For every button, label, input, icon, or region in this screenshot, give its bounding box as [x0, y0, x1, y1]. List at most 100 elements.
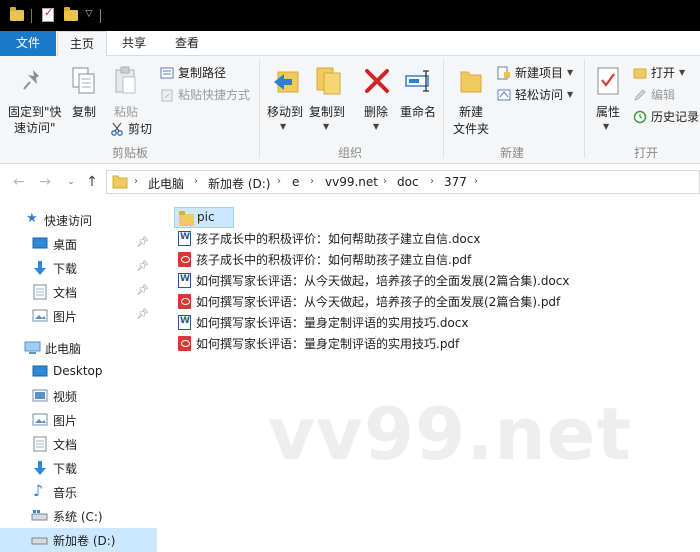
desktop-icon [32, 237, 48, 249]
forward-arrow-icon[interactable]: → [36, 174, 54, 190]
word-document-icon [178, 231, 191, 246]
breadcrumb-chevron-icon: › [474, 176, 478, 187]
breadcrumb-drive-d[interactable]: 新加卷 (D:) [208, 175, 270, 192]
nav-item-label: 新加卷 (D:) [53, 534, 116, 548]
breadcrumb-377[interactable]: 377 [444, 175, 467, 189]
rename-button[interactable]: 重命名 [398, 62, 440, 122]
up-arrow-icon[interactable]: ↑ [83, 174, 101, 190]
nav-item-label: Desktop [53, 364, 103, 378]
delete-x-icon [365, 69, 389, 93]
cut-button[interactable]: 剪切 [110, 120, 170, 138]
pin-to-quick-access-button[interactable]: 固定到"快 速访问" [4, 62, 62, 136]
copy-button[interactable]: 复制 [66, 62, 102, 122]
ribbon: 固定到"快 速访问" 复制 粘贴 复制路径 粘贴快捷方式 剪切 剪贴板 移动到 … [0, 56, 700, 164]
pin-icon[interactable]: 📌︎ [136, 261, 149, 272]
nav-pc-drive-d[interactable]: 新加卷 (D:) [0, 528, 157, 552]
nav-item-label: 桌面 [53, 238, 78, 252]
file-name: 孩子成长中的积极评价：如何帮助孩子建立自信.docx [196, 232, 481, 246]
new-folder-button[interactable]: 新建 文件夹 [449, 62, 493, 138]
folder-icon [112, 175, 128, 189]
list-item[interactable]: 如何撰写家长评语：从今天做起，培养孩子的全面发展(2篇合集).pdf [174, 291, 694, 312]
nav-pictures[interactable]: 图片 📌︎ [0, 304, 157, 328]
title-bar: ▽ [0, 0, 700, 31]
paste-shortcut-button[interactable]: 粘贴快捷方式 [160, 86, 256, 104]
breadcrumb-vv99[interactable]: vv99.net [325, 175, 378, 189]
breadcrumb-chevron-icon: › [134, 176, 138, 187]
pictures-icon [32, 413, 48, 426]
paste-button[interactable]: 粘贴 [106, 62, 146, 122]
tab-file[interactable]: 文件 [0, 31, 56, 56]
properties-button[interactable]: 属性 ▼ [590, 62, 626, 131]
nav-item-label: 下载 [53, 262, 78, 276]
delete-button[interactable]: 删除 ▼ [358, 62, 396, 131]
history-icon [633, 110, 647, 124]
chevron-down-icon: ▼ [603, 122, 610, 131]
easy-access-button[interactable]: 轻松访问 ▼ [497, 86, 577, 104]
group-divider [259, 60, 260, 158]
move-to-button[interactable]: 移动到 ▼ [265, 62, 305, 131]
pin-label-line2: 速访问" [14, 121, 56, 135]
history-button[interactable]: 历史记录 [633, 108, 700, 126]
nav-this-pc[interactable]: 此电脑 [0, 336, 157, 360]
group-divider [443, 60, 444, 158]
nav-downloads[interactable]: 下载 📌︎ [0, 256, 157, 280]
properties-icon[interactable] [42, 6, 54, 22]
breadcrumb-chevron-icon: › [310, 176, 314, 187]
breadcrumb-chevron-icon: › [194, 176, 198, 187]
group-divider [584, 60, 585, 158]
tab-home[interactable]: 主页 [57, 31, 107, 57]
tab-view[interactable]: 查看 [163, 31, 211, 56]
nav-desktop[interactable]: 桌面 📌︎ [0, 232, 157, 256]
pin-icon[interactable]: 📌︎ [136, 285, 149, 296]
copy-path-button[interactable]: 复制路径 [160, 64, 240, 82]
list-item[interactable]: pic [174, 207, 234, 228]
nav-quick-access[interactable]: ★ 快速访问 [0, 208, 157, 232]
recent-locations-chevron-icon[interactable]: ⌄ [62, 177, 80, 187]
edit-button[interactable]: 编辑 [633, 86, 700, 104]
paste-icon [115, 66, 136, 94]
breadcrumb-e[interactable]: e [292, 175, 299, 189]
clipboard-group-label: 剪贴板 [111, 146, 148, 160]
move-to-icon [274, 71, 299, 93]
copy-to-button[interactable]: 复制到 ▼ [308, 62, 348, 131]
copy-path-icon [160, 67, 174, 79]
nav-pc-videos[interactable]: 视频 [0, 384, 157, 408]
chevron-down-icon[interactable]: ▽ [84, 9, 94, 25]
new-group-label: 新建 [499, 146, 524, 160]
list-item[interactable]: 如何撰写家长评语：从今天做起，培养孩子的全面发展(2篇合集).docx [174, 270, 694, 291]
history-label: 历史记录 [651, 110, 700, 124]
nav-pc-documents[interactable]: 文档 [0, 432, 157, 456]
list-item[interactable]: 如何撰写家长评语：量身定制评语的实用技巧.docx [174, 312, 594, 333]
open-group-label: 打开 [633, 146, 658, 160]
list-item[interactable]: 孩子成长中的积极评价：如何帮助孩子建立自信.docx [174, 228, 594, 249]
pin-icon[interactable]: 📌︎ [136, 237, 149, 248]
new-folder-icon[interactable] [64, 7, 78, 21]
nav-pc-drive-c[interactable]: 系统 (C:) [0, 504, 157, 528]
copy-label: 复制 [72, 105, 97, 119]
folder-icon[interactable] [10, 7, 24, 21]
nav-pc-pictures[interactable]: 图片 [0, 408, 157, 432]
paste-shortcut-label: 粘贴快捷方式 [178, 88, 251, 102]
pdf-document-icon [178, 294, 191, 309]
list-item[interactable]: 如何撰写家长评语：量身定制评语的实用技巧.pdf [174, 333, 594, 354]
address-bar[interactable]: › 此电脑 › 新加卷 (D:) › e › vv99.net › doc › … [106, 170, 700, 194]
breadcrumb-doc[interactable]: doc [397, 175, 419, 189]
breadcrumb-this-pc[interactable]: 此电脑 [148, 175, 184, 192]
nav-pc-music[interactable]: ♪ 音乐 [0, 480, 157, 504]
list-item[interactable]: 孩子成长中的积极评价：如何帮助孩子建立自信.pdf [174, 249, 594, 270]
nav-pc-downloads[interactable]: 下载 [0, 456, 157, 480]
nav-item-label: 视频 [53, 390, 78, 404]
chevron-down-icon: ▼ [373, 122, 380, 131]
pin-icon[interactable]: 📌︎ [136, 309, 149, 320]
copy-icon [72, 67, 95, 94]
nav-documents[interactable]: 文档 📌︎ [0, 280, 157, 304]
open-button[interactable]: 打开 ▼ [633, 64, 700, 82]
breadcrumb-chevron-icon: › [383, 176, 387, 187]
chevron-down-icon: ▼ [567, 90, 574, 99]
back-arrow-icon[interactable]: ← [10, 174, 28, 190]
nav-pc-desktop[interactable]: Desktop [0, 360, 157, 384]
computer-icon [24, 341, 41, 354]
new-item-button[interactable]: 新建项目 ▼ [497, 64, 577, 82]
pdf-document-icon [178, 336, 191, 351]
tab-share[interactable]: 共享 [110, 31, 158, 56]
